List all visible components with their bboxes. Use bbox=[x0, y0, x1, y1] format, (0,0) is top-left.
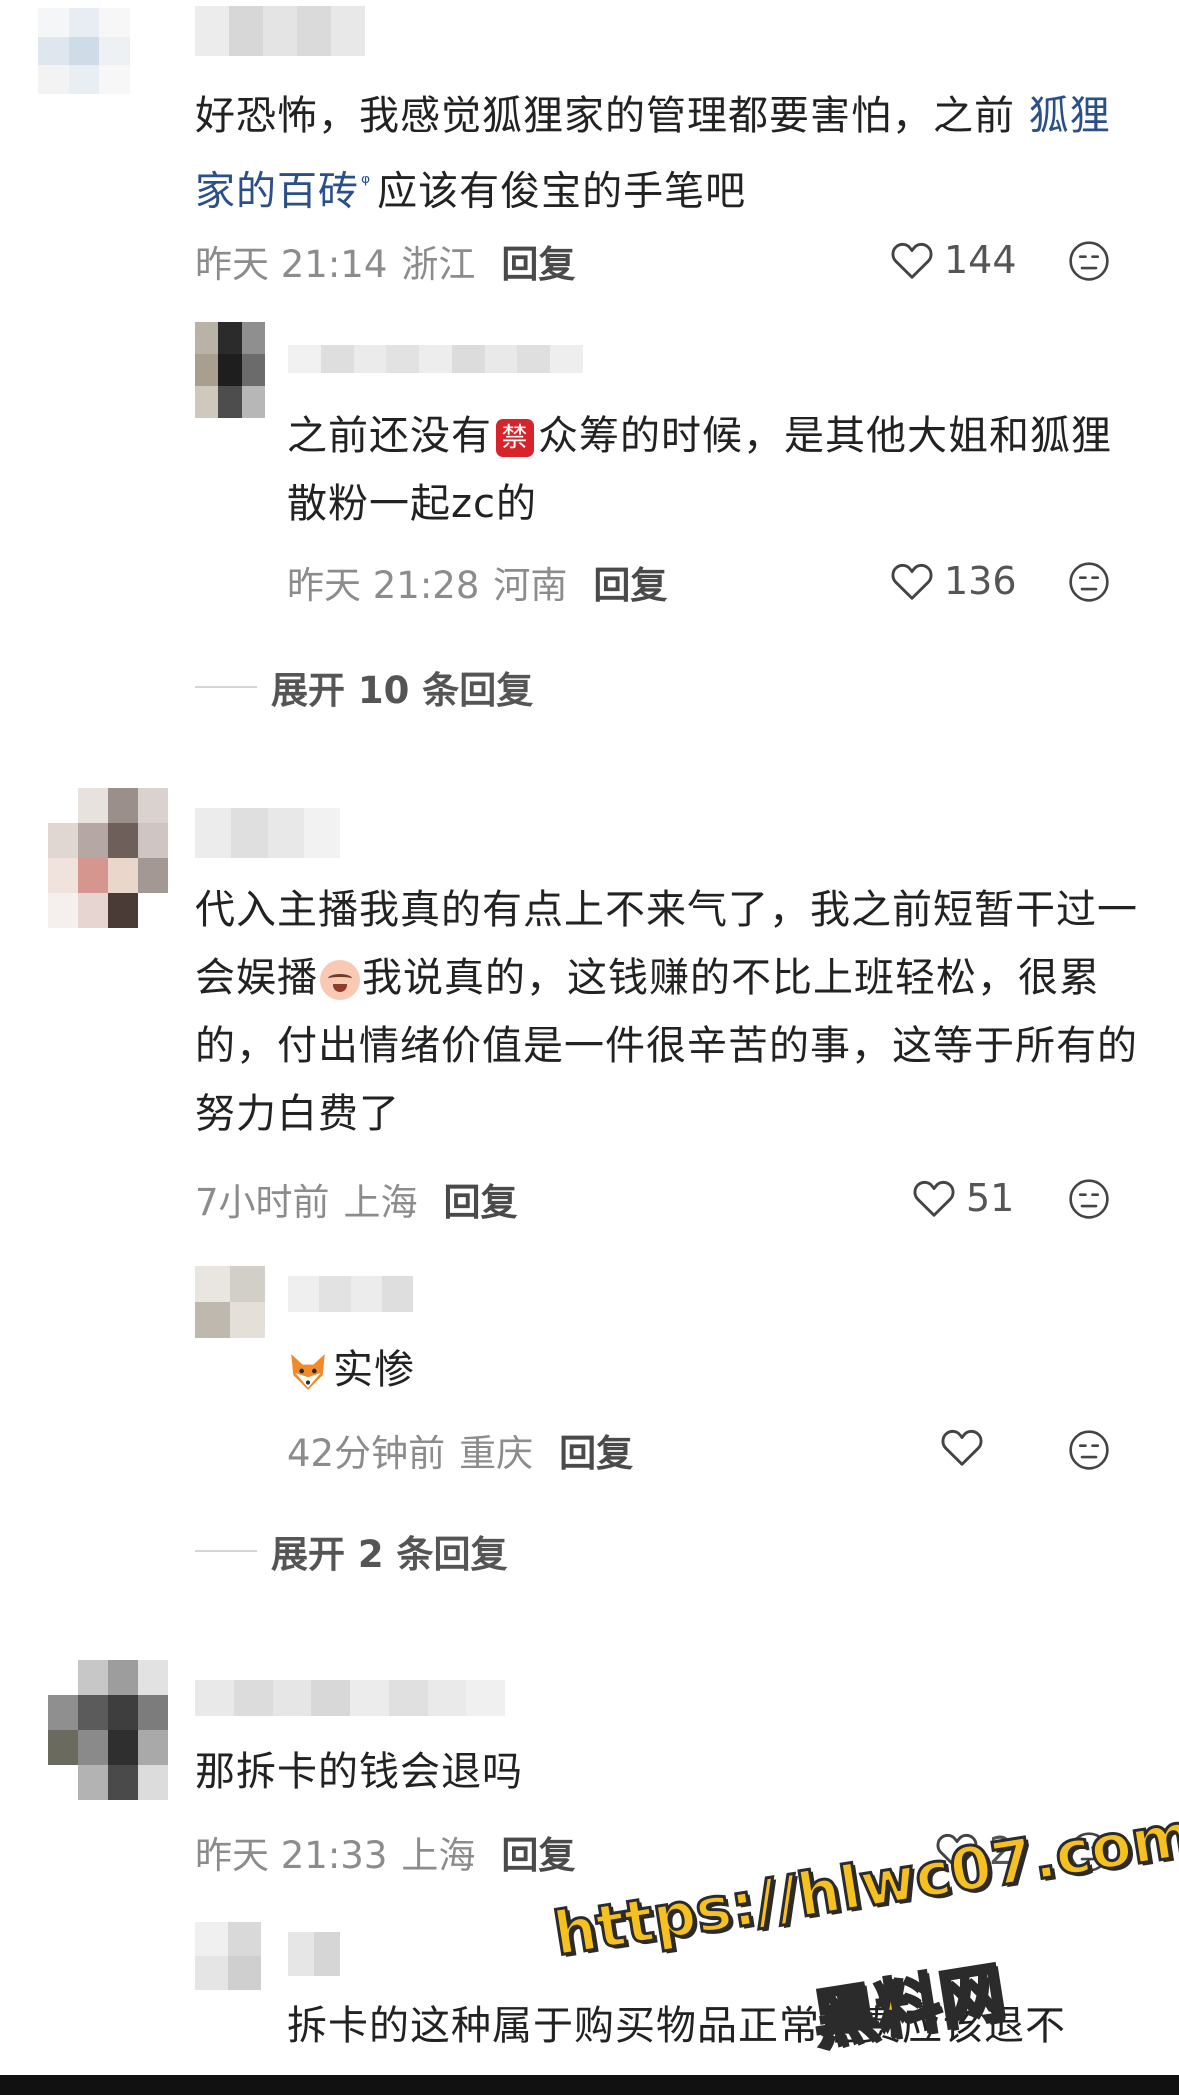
avatar[interactable] bbox=[195, 322, 265, 418]
fox-emoji-icon bbox=[291, 1354, 325, 1390]
avatar[interactable] bbox=[38, 8, 130, 94]
expand-replies-label: 展开 10 条回复 bbox=[271, 669, 534, 712]
comment-text: 那拆卡的钱会退吗 bbox=[195, 1738, 1145, 1806]
like-button[interactable]: 136 bbox=[890, 559, 1017, 603]
avatar[interactable] bbox=[48, 788, 168, 928]
heart-icon bbox=[913, 1180, 955, 1217]
comment-meta: 昨天 21:14 浙江 回复 bbox=[195, 234, 575, 288]
comment-location: 上海 bbox=[401, 1834, 476, 1877]
username[interactable] bbox=[288, 1276, 413, 1312]
avatar[interactable] bbox=[195, 1922, 261, 1990]
like-count: 144 bbox=[944, 238, 1017, 282]
comment-time: 7小时前 bbox=[195, 1181, 330, 1224]
heart-icon bbox=[891, 563, 933, 600]
comment-location: 浙江 bbox=[401, 243, 476, 286]
search-icon[interactable]: ᵠ bbox=[361, 171, 371, 196]
heart-icon bbox=[891, 242, 933, 279]
username[interactable] bbox=[195, 808, 340, 858]
like-count: 51 bbox=[966, 1176, 1015, 1220]
comment-text: 代入主播我真的有点上不来气了，我之前短暂干过一会娱播 我说真的，这钱赚的不比上班轻… bbox=[195, 876, 1145, 1148]
watermark-url: https://hlwc07.com bbox=[548, 1798, 1179, 1971]
comment-text-pre: 好恐怖，我感觉狐狸家的管理都要害怕，之前 bbox=[195, 93, 1029, 139]
comment-location: 河南 bbox=[493, 564, 568, 607]
like-button[interactable]: 51 bbox=[912, 1176, 1014, 1220]
comment-text: 之前还没有禁众筹的时候，是其他大姐和狐狸散粉一起zc的 bbox=[287, 402, 1127, 538]
avatar[interactable] bbox=[195, 1266, 265, 1338]
divider bbox=[195, 686, 257, 688]
username[interactable] bbox=[288, 1932, 340, 1976]
like-button[interactable] bbox=[940, 1427, 994, 1467]
username[interactable] bbox=[288, 345, 583, 373]
dislike-icon[interactable] bbox=[1068, 240, 1110, 282]
crying-face-emoji-icon bbox=[320, 960, 360, 1000]
comment-meta: 42分钟前 重庆 回复 bbox=[287, 1423, 633, 1477]
comment-meta: 7小时前 上海 回复 bbox=[195, 1172, 518, 1226]
reply-button[interactable]: 回复 bbox=[444, 1172, 518, 1226]
username[interactable] bbox=[195, 1680, 505, 1716]
dislike-icon[interactable] bbox=[1068, 1429, 1110, 1471]
like-count: 136 bbox=[944, 559, 1017, 603]
expand-replies-button[interactable]: 展开 2 条回复 bbox=[195, 1524, 508, 1578]
comment-meta: 昨天 21:28 河南 回复 bbox=[287, 555, 667, 609]
forbidden-emoji-icon: 禁 bbox=[496, 419, 534, 457]
comment-text-post: 应该有俊宝的手笔吧 bbox=[377, 168, 747, 215]
comment-text: 好恐怖，我感觉狐狸家的管理都要害怕，之前 狐狸家的百砖ᵠ 应该有俊宝的手笔吧 bbox=[195, 82, 1145, 225]
comment-time: 昨天 21:33 bbox=[195, 1834, 388, 1877]
comment-time: 昨天 21:28 bbox=[287, 564, 480, 607]
comment-time: 42分钟前 bbox=[287, 1432, 446, 1475]
comment-time: 昨天 21:14 bbox=[195, 243, 388, 286]
expand-replies-label: 展开 2 条回复 bbox=[271, 1533, 508, 1576]
reply-button[interactable]: 回复 bbox=[501, 234, 575, 288]
dislike-icon[interactable] bbox=[1068, 1178, 1110, 1220]
reply-button[interactable]: 回复 bbox=[593, 555, 667, 609]
dislike-icon[interactable] bbox=[1068, 561, 1110, 603]
comment-meta: 昨天 21:33 上海 回复 bbox=[195, 1825, 575, 1879]
username[interactable] bbox=[195, 6, 365, 56]
heart-icon bbox=[941, 1429, 983, 1466]
like-button[interactable]: 144 bbox=[890, 238, 1017, 282]
bottom-bar bbox=[0, 2075, 1179, 2095]
avatar[interactable] bbox=[48, 1660, 168, 1800]
reply-button[interactable]: 回复 bbox=[559, 1423, 633, 1477]
comment-text-main: 实惨 bbox=[333, 1347, 415, 1393]
divider bbox=[195, 1550, 257, 1552]
expand-replies-button[interactable]: 展开 10 条回复 bbox=[195, 660, 533, 714]
comment-text: 拆卡的这种属于购买物品正常消费应该退不 bbox=[287, 1992, 1167, 2060]
comment-location: 重庆 bbox=[459, 1432, 534, 1475]
comment-text-main: 那拆卡的钱会退吗 bbox=[195, 1749, 523, 1795]
comment-text-pre: 之前还没有 bbox=[287, 413, 492, 459]
comment-location: 上海 bbox=[343, 1181, 418, 1224]
comment-text: 实惨 bbox=[287, 1336, 1127, 1404]
reply-button[interactable]: 回复 bbox=[501, 1825, 575, 1879]
